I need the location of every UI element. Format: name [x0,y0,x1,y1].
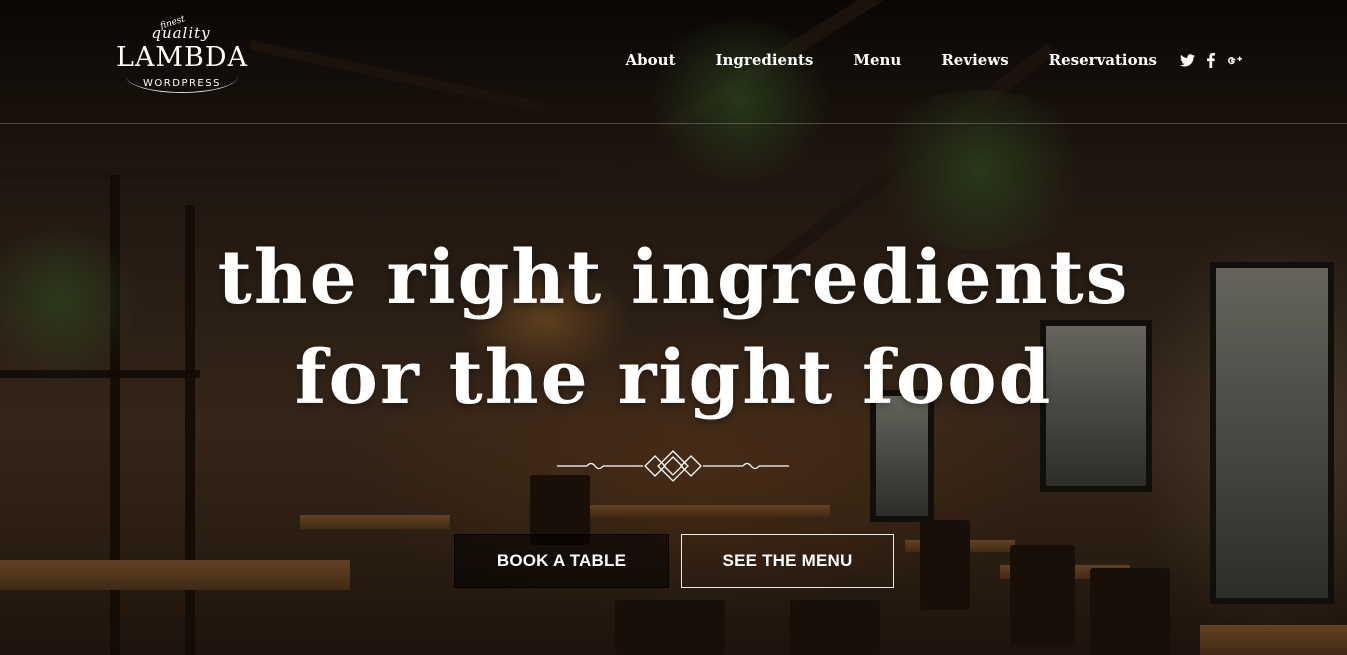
facebook-icon[interactable] [1207,52,1215,68]
ornamental-divider-icon [557,450,789,482]
see-menu-button[interactable]: SEE THE MENU [681,534,894,588]
social-links [1180,48,1243,72]
headline-line-2: for the right food [294,335,1053,421]
headline-line-1: the right ingredients [217,235,1130,321]
logo-sub-text: WORDPRESS [143,78,221,89]
main-nav: About Ingredients Menu Reviews Reservati… [626,48,1157,72]
nav-link-reservations[interactable]: Reservations [1049,48,1157,72]
google-plus-icon[interactable] [1227,53,1243,68]
site-header: finest quality LAMBDA WORDPRESS About In… [0,0,1347,124]
hero-headline: the right ingredients for the right food [0,228,1347,428]
nav-link-ingredients[interactable]: Ingredients [716,48,814,72]
twitter-icon[interactable] [1180,53,1195,67]
nav-link-reviews[interactable]: Reviews [941,48,1008,72]
hero-section: finest quality LAMBDA WORDPRESS About In… [0,0,1347,655]
cta-buttons: BOOK A TABLE SEE THE MENU [454,534,894,590]
book-table-button[interactable]: BOOK A TABLE [454,534,669,588]
logo-name: LAMBDA [115,42,249,73]
logo-quality-text: quality [151,24,211,42]
nav-link-menu[interactable]: Menu [853,48,901,72]
nav-link-about[interactable]: About [626,48,676,72]
site-logo[interactable]: finest quality LAMBDA WORDPRESS [112,14,252,98]
